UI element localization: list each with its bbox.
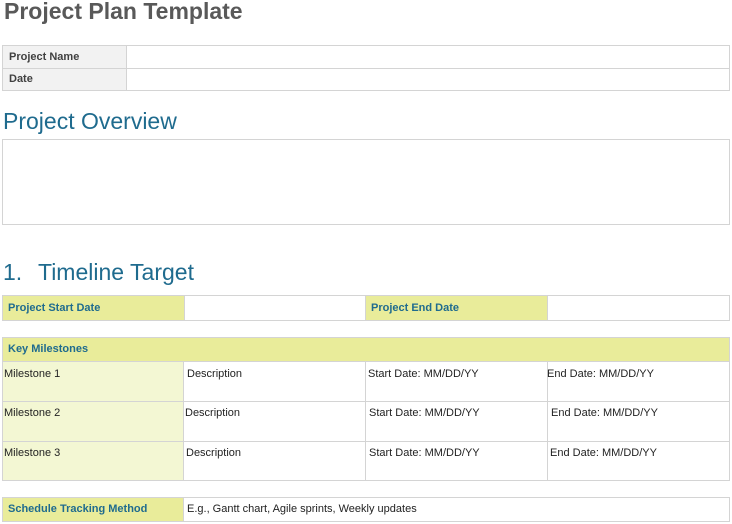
project-name-field[interactable] [127, 46, 729, 68]
tracking-label: Schedule Tracking Method [3, 498, 183, 521]
milestone-1-name: Milestone 1 [4, 368, 61, 380]
milestone-3-start-date[interactable]: Start Date: MM/DD/YY [369, 447, 480, 459]
milestone-1-description[interactable]: Description [187, 368, 242, 380]
project-name-label: Project Name [3, 46, 126, 68]
timeline-number: 1. [3, 259, 23, 285]
document-title: Project Plan Template [4, 0, 243, 24]
start-date-field[interactable] [185, 296, 365, 320]
milestone-2-end-date[interactable]: End Date: MM/DD/YY [551, 407, 658, 419]
timeline-heading: Timeline Target [38, 259, 194, 285]
milestone-2-description[interactable]: Description [185, 407, 240, 419]
date-field[interactable] [127, 69, 729, 90]
overview-heading: Project Overview [3, 108, 177, 134]
tracking-value[interactable]: E.g., Gantt chart, Agile sprints, Weekly… [184, 498, 729, 521]
end-date-field[interactable] [548, 296, 729, 320]
milestone-3-name: Milestone 3 [4, 447, 61, 459]
milestone-2-name: Milestone 2 [4, 407, 61, 419]
date-label: Date [3, 69, 126, 90]
end-date-label: Project End Date [366, 296, 547, 320]
milestone-3-description[interactable]: Description [186, 447, 241, 459]
milestone-1-start-date[interactable]: Start Date: MM/DD/YY [368, 368, 479, 380]
start-date-label: Project Start Date [3, 296, 184, 320]
milestone-3-end-date[interactable]: End Date: MM/DD/YY [550, 447, 657, 459]
milestones-header: Key Milestones [3, 338, 729, 361]
milestone-2-start-date[interactable]: Start Date: MM/DD/YY [369, 407, 480, 419]
milestone-1-end-date[interactable]: End Date: MM/DD/YY [547, 368, 654, 380]
overview-text-area[interactable] [2, 139, 730, 225]
